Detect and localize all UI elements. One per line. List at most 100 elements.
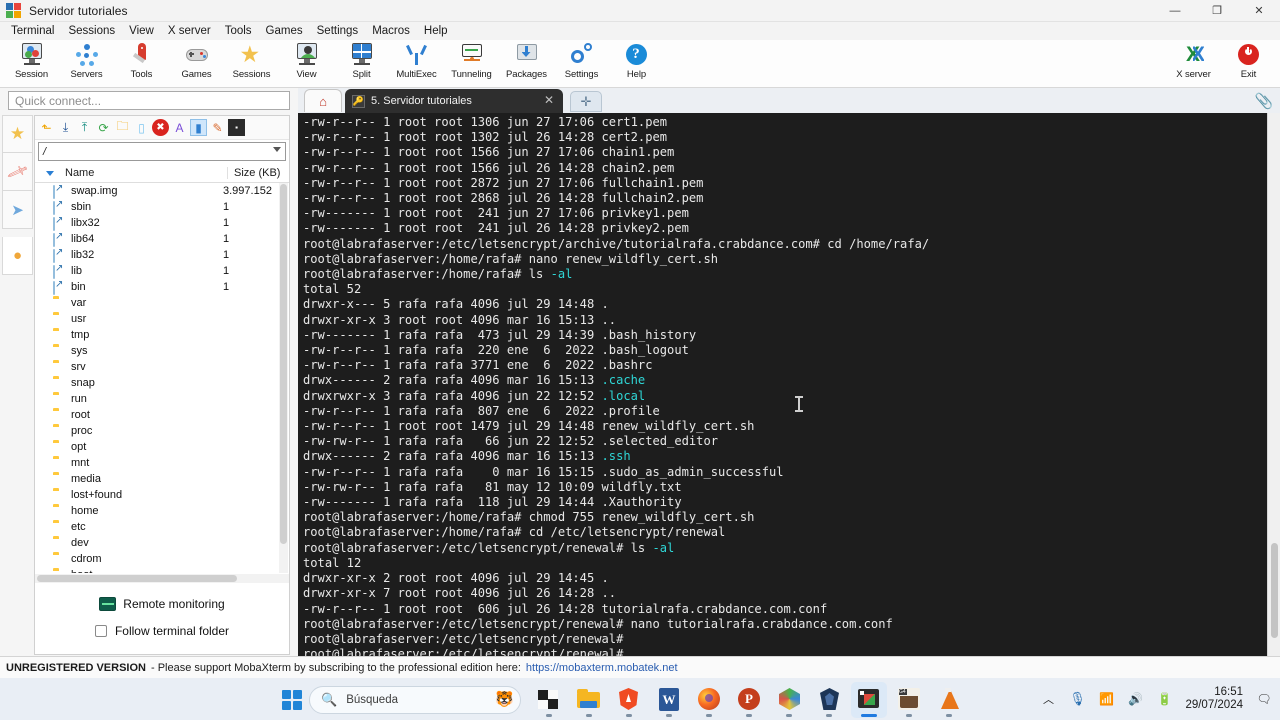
terminal-output[interactable]: -rw-r--r-- 1 root root 1306 jun 27 17:06…	[298, 113, 1280, 656]
file-row[interactable]: lib321	[35, 247, 289, 263]
file-row[interactable]: snap	[35, 375, 289, 391]
menu-item-sessions[interactable]: Sessions	[61, 24, 122, 38]
taskbar-word[interactable]: W	[651, 682, 687, 718]
binary-mode-icon[interactable]: ▮	[190, 119, 207, 136]
home-tab[interactable]: ⌂	[304, 89, 342, 112]
microphone-icon[interactable]: 🎙	[1069, 691, 1085, 707]
file-row[interactable]: dev	[35, 535, 289, 551]
toolbar-button-split[interactable]: Split	[334, 40, 389, 86]
taskbar-clock[interactable]: 16:51 29/07/2024	[1185, 686, 1243, 712]
text-mode-icon[interactable]: A	[171, 119, 188, 136]
file-row[interactable]: proc	[35, 423, 289, 439]
delete-icon[interactable]: ✖	[152, 119, 169, 136]
file-row[interactable]: lost+found	[35, 487, 289, 503]
close-button[interactable]: ✕	[1238, 0, 1280, 22]
file-row[interactable]: lib641	[35, 231, 289, 247]
file-row[interactable]: run	[35, 391, 289, 407]
taskbar-firefox[interactable]	[691, 682, 727, 718]
file-row[interactable]: srv	[35, 359, 289, 375]
toolbar-button-tunneling[interactable]: Tunneling	[444, 40, 499, 86]
menu-item-macros[interactable]: Macros	[365, 24, 417, 38]
menu-item-games[interactable]: Games	[259, 24, 310, 38]
terminal-scrollbar[interactable]	[1267, 113, 1280, 656]
refresh-icon[interactable]: ⟳	[95, 119, 112, 136]
file-row[interactable]: media	[35, 471, 289, 487]
tray-chevron-up-icon[interactable]: ︿	[1040, 691, 1056, 707]
file-row[interactable]: libx321	[35, 215, 289, 231]
toolbar-button-session[interactable]: Session	[4, 40, 59, 86]
file-row[interactable]: root	[35, 407, 289, 423]
column-header-size[interactable]: Size (KB)	[227, 167, 289, 179]
maximize-button[interactable]: ❐	[1196, 0, 1238, 22]
sort-arrow-icon[interactable]	[46, 171, 54, 176]
sidebar-item-tools[interactable]: 🗡	[2, 153, 33, 191]
battery-icon[interactable]: 🔋	[1156, 691, 1172, 707]
upload-icon[interactable]: ⤒	[76, 119, 93, 136]
toolbar-button-servers[interactable]: Servers	[59, 40, 114, 86]
file-list-hscrollbar-thumb[interactable]	[37, 575, 237, 582]
file-row[interactable]: home	[35, 503, 289, 519]
file-row[interactable]: mnt	[35, 455, 289, 471]
taskbar-file-explorer[interactable]	[571, 682, 607, 718]
parent-folder-icon[interactable]: ⬑	[38, 119, 55, 136]
menu-item-tools[interactable]: Tools	[218, 24, 259, 38]
toolbar-button-x-server[interactable]: XXX server	[1166, 40, 1221, 86]
new-file-icon[interactable]: ▯	[133, 119, 150, 136]
toolbar-button-games[interactable]: Games	[169, 40, 224, 86]
column-header-name[interactable]: Name	[65, 167, 227, 179]
wifi-icon[interactable]: 📶	[1098, 691, 1114, 707]
tab-close-icon[interactable]: ✕	[544, 93, 554, 107]
follow-terminal-folder-checkbox[interactable]	[95, 625, 107, 637]
tab-servidor-tutoriales[interactable]: 🔑 5. Servidor tutoriales ✕	[345, 89, 563, 113]
file-row[interactable]: bin1	[35, 279, 289, 295]
file-row[interactable]: var	[35, 295, 289, 311]
mobaxterm-link[interactable]: https://mobaxterm.mobatek.net	[526, 662, 678, 674]
chevron-down-icon[interactable]	[273, 147, 281, 152]
file-row[interactable]: cdrom	[35, 551, 289, 567]
file-row[interactable]: lib1	[35, 263, 289, 279]
taskbar-search[interactable]: 🔍 Búsqueda 🐯	[309, 686, 521, 714]
permissions-icon[interactable]: ✎	[209, 119, 226, 136]
remote-monitoring-button[interactable]: Remote monitoring	[35, 597, 289, 611]
taskbar-brave-browser[interactable]	[611, 682, 647, 718]
file-row[interactable]: boot	[35, 567, 289, 573]
file-row[interactable]: sys	[35, 343, 289, 359]
taskbar-virtualbox[interactable]	[811, 682, 847, 718]
sidebar-item-macros[interactable]: ➤	[2, 191, 33, 229]
file-row[interactable]: usr	[35, 311, 289, 327]
new-tab-button[interactable]: ✛	[570, 91, 602, 112]
taskbar-cube-app[interactable]	[771, 682, 807, 718]
toolbar-button-help[interactable]: ?Help	[609, 40, 664, 86]
sidebar-item-sftp[interactable]: ●	[2, 237, 33, 275]
menu-item-x-server[interactable]: X server	[161, 24, 218, 38]
menu-item-help[interactable]: Help	[417, 24, 455, 38]
toolbar-button-exit[interactable]: Exit	[1221, 40, 1276, 86]
toolbar-button-settings[interactable]: Settings	[554, 40, 609, 86]
sidebar-item-sessions[interactable]: ★	[2, 115, 33, 153]
attach-paperclip-icon[interactable]: 📎	[1254, 91, 1274, 111]
follow-terminal-folder-row[interactable]: Follow terminal folder	[35, 624, 289, 638]
quick-connect-input[interactable]: Quick connect...	[8, 91, 290, 110]
toolbar-button-multiexec[interactable]: MultiExec	[389, 40, 444, 86]
sftp-path-input[interactable]: /	[38, 142, 286, 161]
toolbar-button-tools[interactable]: Tools	[114, 40, 169, 86]
taskbar-gimp[interactable]: G4	[891, 682, 927, 718]
download-icon[interactable]: ⤓	[57, 119, 74, 136]
file-row[interactable]: swap.img3.997.152	[35, 183, 289, 199]
toolbar-button-sessions[interactable]: ★Sessions	[224, 40, 279, 86]
menu-item-view[interactable]: View	[122, 24, 161, 38]
file-list[interactable]: swap.img3.997.152sbin1libx321lib641lib32…	[35, 183, 289, 573]
terminal-icon[interactable]: ▪	[228, 119, 245, 136]
tiger-doodle-icon[interactable]: 🐯	[495, 690, 514, 708]
taskbar-vlc[interactable]	[931, 682, 967, 718]
file-row[interactable]: etc	[35, 519, 289, 535]
taskbar-mobaxterm[interactable]	[851, 682, 887, 718]
start-button[interactable]	[281, 689, 303, 711]
minimize-button[interactable]: —	[1154, 0, 1196, 22]
file-list-scrollbar[interactable]	[279, 183, 288, 573]
toolbar-button-packages[interactable]: Packages	[499, 40, 554, 86]
volume-icon[interactable]: 🔊	[1127, 691, 1143, 707]
menu-item-terminal[interactable]: Terminal	[4, 24, 61, 38]
file-list-hscrollbar[interactable]	[35, 574, 289, 583]
taskbar-file-explorer-dark[interactable]	[531, 682, 567, 718]
